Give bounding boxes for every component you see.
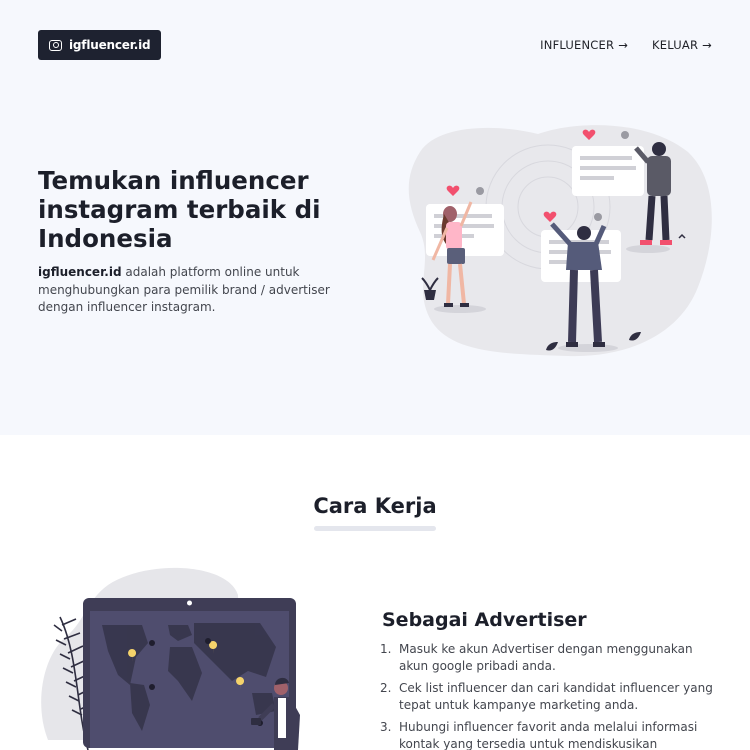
step-text: Hubungi influencer favorit anda melalui …: [399, 720, 698, 750]
advertiser-steps: 1. Masuk ke akun Advertiser dengan mengg…: [380, 641, 720, 750]
world-map-laptop-illustration: [41, 567, 300, 750]
nav-label: INFLUENCER: [540, 38, 615, 52]
title-underline: [314, 526, 436, 531]
section-title: Cara Kerja: [313, 494, 437, 518]
list-item: 1. Masuk ke akun Advertiser dengan mengg…: [380, 641, 720, 675]
top-nav: INFLUENCER → KELUAR →: [540, 38, 712, 52]
nav-label: KELUAR: [652, 38, 699, 52]
list-item: 2. Cek list influencer dan cari kandidat…: [380, 680, 720, 714]
logo-label: igfluencer.id: [69, 38, 151, 52]
social-media-illustration: [408, 125, 712, 357]
advertiser-title: Sebagai Advertiser: [382, 609, 587, 631]
hero-title: Temukan influencer instagram terbaik di …: [38, 166, 321, 253]
brand-name: igfluencer.id: [38, 265, 122, 279]
step-number: 3.: [380, 720, 392, 734]
step-number: 2.: [380, 681, 392, 695]
arrow-right-icon: →: [618, 38, 629, 52]
step-text: Cek list influencer dan cari kandidat in…: [399, 681, 713, 712]
step-number: 1.: [380, 642, 392, 656]
logo-button[interactable]: igfluencer.id: [38, 30, 162, 60]
hero-description: igfluencer.id adalah platform online unt…: [38, 264, 338, 317]
step-text: Masuk ke akun Advertiser dengan mengguna…: [399, 642, 693, 673]
nav-link-influencer[interactable]: INFLUENCER →: [540, 38, 628, 52]
list-item: 3. Hubungi influencer favorit anda melal…: [380, 719, 720, 750]
nav-link-keluar[interactable]: KELUAR →: [652, 38, 712, 52]
arrow-right-icon: →: [702, 38, 712, 52]
camera-icon: [49, 39, 62, 51]
